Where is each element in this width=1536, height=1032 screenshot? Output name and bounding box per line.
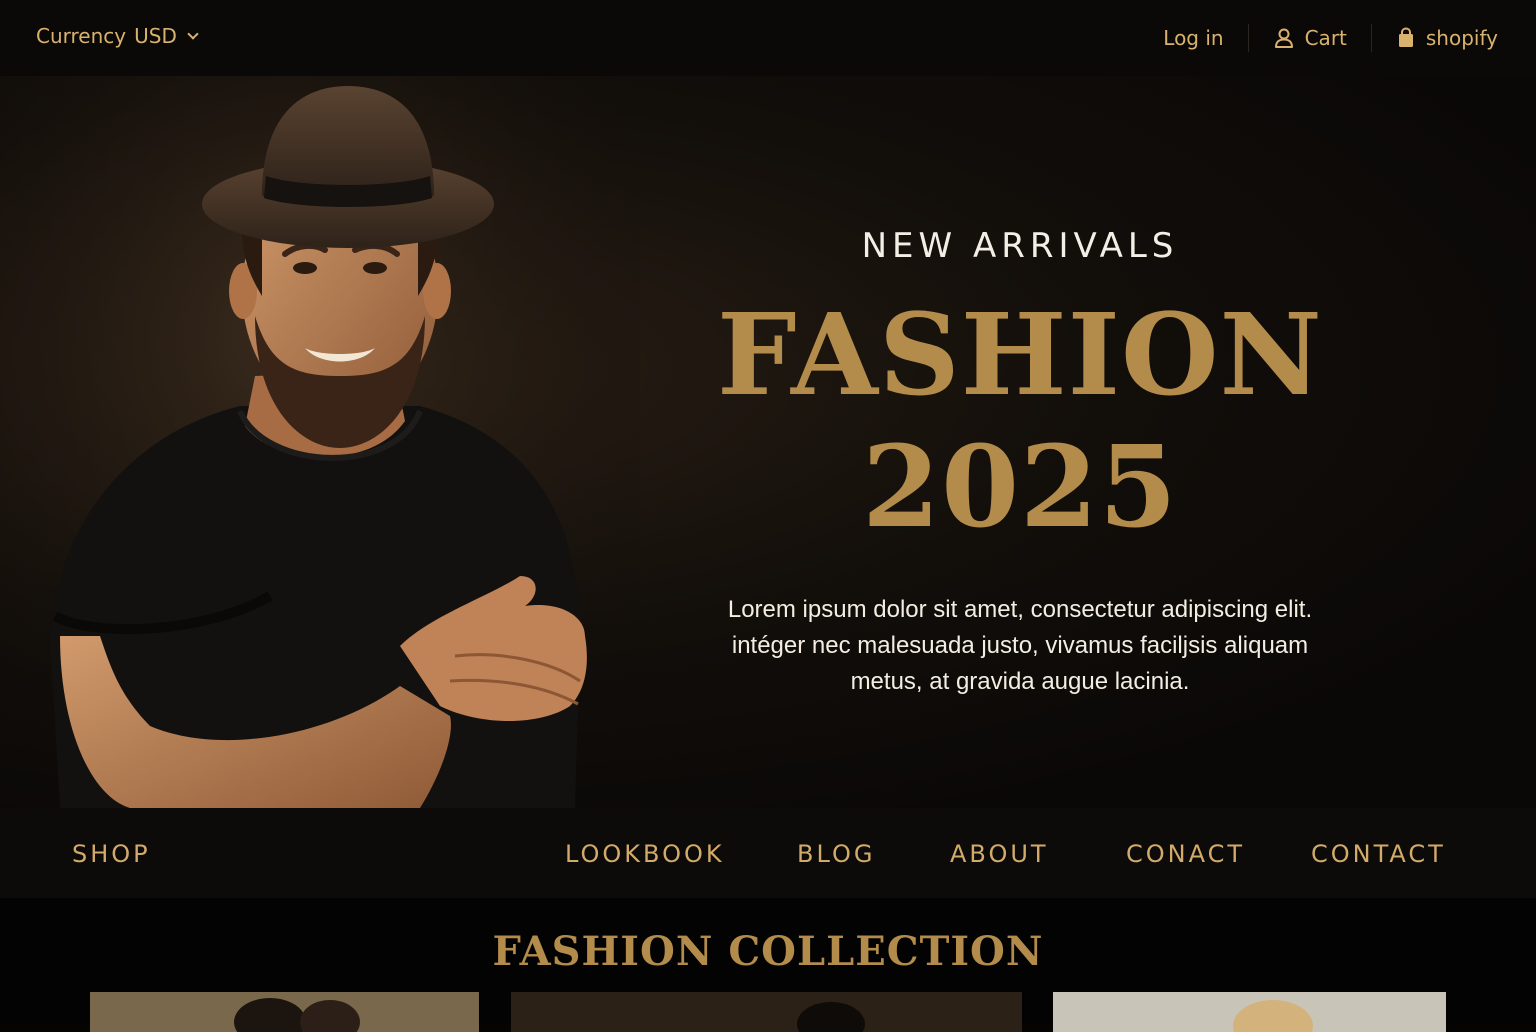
- divider: [1247, 24, 1249, 52]
- top-actions: Log in Cart shopify: [1163, 24, 1498, 52]
- collection-title: FASHION COLLECTION: [492, 928, 1044, 975]
- shopify-link[interactable]: shopify: [1396, 26, 1498, 50]
- collection-photo-2: [511, 992, 1022, 1032]
- top-bar: Currency USD Log in Cart shopify: [0, 0, 1536, 76]
- nav-lookbook[interactable]: LOOKBOOK: [565, 840, 725, 868]
- login-link[interactable]: Log in: [1163, 26, 1223, 50]
- hero-section: NEW ARRIVALS FASHION 2025 Lorem ipsum do…: [0, 76, 1536, 808]
- hero-kicker: NEW ARRIVALS: [861, 226, 1179, 266]
- collection-section: FASHION COLLECTION: [0, 898, 1536, 1032]
- main-navigation: SHOP LOOKBOOK BLOG ABOUT CONACT CONTACT: [0, 808, 1536, 898]
- hero-model-photo: [0, 76, 640, 808]
- collection-card-1[interactable]: [90, 992, 479, 1032]
- description-line-3: metus, at gravida augue lacinia.: [850, 668, 1190, 695]
- chevron-down-icon: [187, 28, 199, 40]
- shopify-label: shopify: [1425, 26, 1498, 50]
- nav-shop[interactable]: SHOP: [72, 840, 151, 868]
- collection-card-2[interactable]: [511, 992, 1022, 1032]
- description-line-1: Lorem ipsum dolor sit amet, consectetur …: [727, 596, 1313, 623]
- user-icon: [1274, 28, 1293, 48]
- cart-label: Cart: [1304, 26, 1347, 50]
- hero-headline: FASHION 2025: [700, 290, 1340, 554]
- headline-line-2: 2025: [862, 422, 1178, 553]
- nav-conact[interactable]: CONACT: [1126, 840, 1245, 868]
- login-label: Log in: [1163, 26, 1224, 50]
- hero-text-block: NEW ARRIVALS FASHION 2025 Lorem ipsum do…: [700, 226, 1340, 700]
- headline-line-1: FASHION: [717, 290, 1323, 421]
- divider: [1370, 24, 1372, 52]
- description-line-2: intéger nec malesuada justo, vivamus fac…: [731, 632, 1309, 659]
- currency-selector[interactable]: Currency USD: [36, 24, 199, 48]
- nav-about[interactable]: ABOUT: [950, 840, 1049, 868]
- hero-description: Lorem ipsum dolor sit amet, consectetur …: [720, 592, 1320, 700]
- currency-label: Currency: [36, 24, 127, 48]
- collection-photo-1: [90, 992, 479, 1032]
- currency-value: USD: [134, 24, 177, 48]
- collection-card-3[interactable]: [1053, 992, 1446, 1032]
- nav-contact[interactable]: CONTACT: [1311, 840, 1446, 868]
- cart-link[interactable]: Cart: [1273, 26, 1347, 50]
- collection-photo-3: [1053, 992, 1446, 1032]
- nav-blog[interactable]: BLOG: [797, 840, 875, 868]
- shopping-bag-icon: [1398, 27, 1413, 47]
